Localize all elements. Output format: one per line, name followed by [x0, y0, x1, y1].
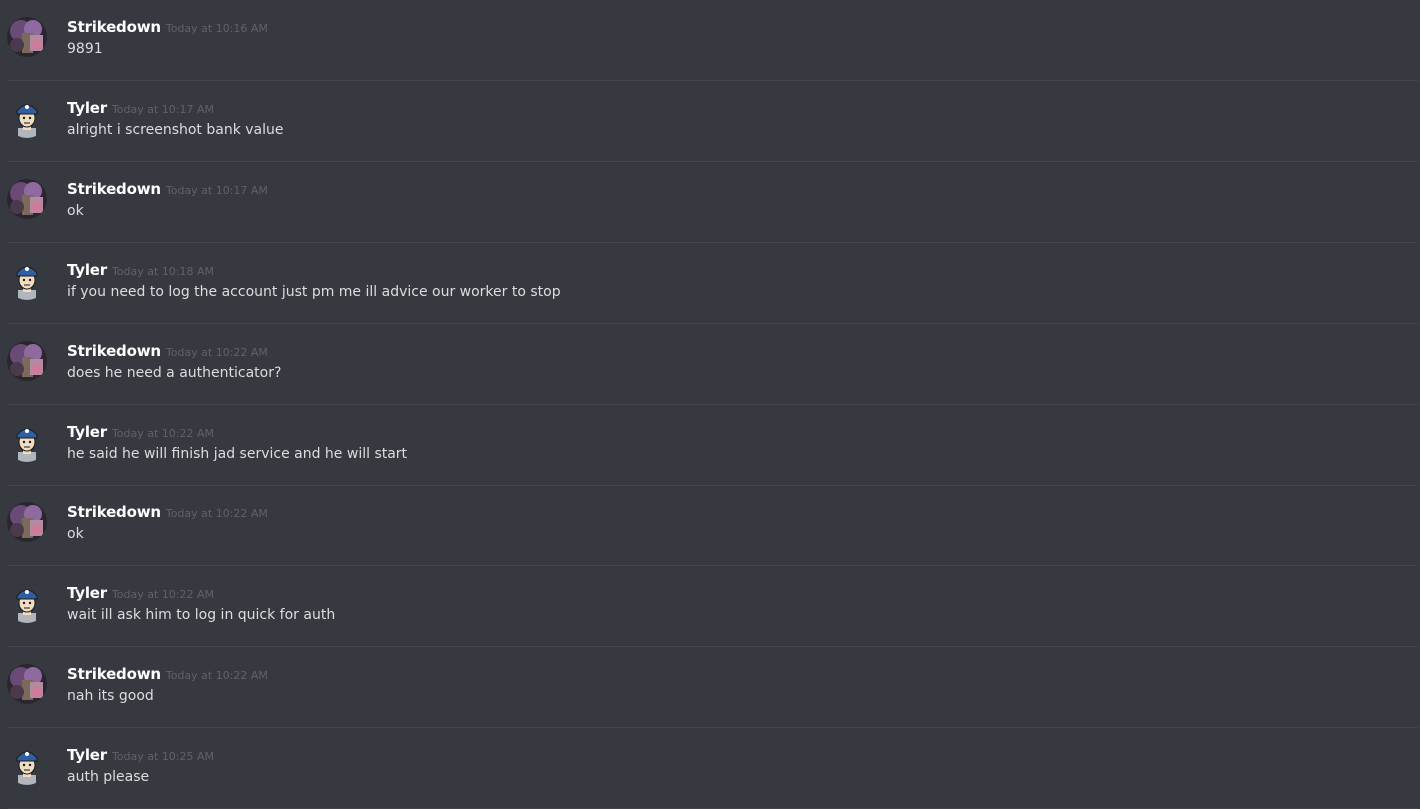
message: Strikedown Today at 10:22 AM does he need… [0, 324, 1420, 405]
tyler-avatar[interactable] [7, 745, 47, 785]
message-content: wait ill ask him to log in quick for aut… [67, 607, 336, 623]
message-content: auth please [67, 769, 150, 785]
timestamp: Today at 10:25 AM [111, 750, 215, 763]
author-name[interactable]: Tyler [67, 423, 107, 441]
tyler-avatar[interactable] [7, 583, 47, 623]
author-name[interactable]: Strikedown [67, 18, 161, 36]
message: Strikedown Today at 10:22 AM nah its good [0, 647, 1420, 728]
strikedown-avatar[interactable] [7, 664, 47, 704]
timestamp: Today at 10:17 AM [165, 184, 268, 197]
message: Strikedown Today at 10:16 AM 9891 [0, 0, 1420, 81]
tyler-avatar[interactable] [7, 422, 47, 462]
strikedown-avatar[interactable] [7, 179, 47, 219]
message-header: Strikedown Today at 10:22 AM [67, 341, 268, 361]
tyler-avatar[interactable] [7, 260, 47, 300]
message-content: alright i screenshot bank value [67, 122, 284, 138]
timestamp: Today at 10:22 AM [165, 669, 268, 682]
message-content: 9891 [67, 41, 103, 57]
message-list: Strikedown Today at 10:16 AM 9891 Tyler To… [0, 0, 1420, 809]
author-name[interactable]: Strikedown [67, 665, 161, 683]
timestamp: Today at 10:16 AM [165, 22, 268, 35]
message-header: Strikedown Today at 10:17 AM [67, 179, 268, 199]
message-content: he said he will finish jad service and h… [67, 446, 408, 462]
message: Strikedown Today at 10:22 AM ok [0, 485, 1420, 566]
message: Strikedown Today at 10:17 AM ok [0, 162, 1420, 243]
message-content: does he need a authenticator? [67, 365, 282, 381]
message: Tyler Today at 10:25 AM auth please [0, 728, 1420, 809]
message-content: ok [67, 203, 84, 219]
message: Tyler Today at 10:22 AM he said he will f… [0, 405, 1420, 486]
timestamp: Today at 10:18 AM [111, 265, 215, 278]
tyler-avatar[interactable] [7, 98, 47, 138]
strikedown-avatar[interactable] [7, 341, 47, 381]
timestamp: Today at 10:22 AM [165, 346, 268, 359]
message-header: Strikedown Today at 10:16 AM [67, 17, 268, 37]
message-header: Tyler Today at 10:17 AM [67, 98, 214, 118]
author-name[interactable]: Tyler [67, 746, 107, 764]
timestamp: Today at 10:22 AM [111, 588, 215, 601]
message-content: if you need to log the account just pm m… [67, 284, 561, 300]
message-header: Strikedown Today at 10:22 AM [67, 502, 268, 522]
author-name[interactable]: Tyler [67, 99, 107, 117]
author-name[interactable]: Tyler [67, 584, 107, 602]
author-name[interactable]: Strikedown [67, 503, 161, 521]
message: Tyler Today at 10:17 AM alright i screens… [0, 81, 1420, 162]
message: Tyler Today at 10:22 AM wait ill ask him … [0, 566, 1420, 647]
message-header: Strikedown Today at 10:22 AM [67, 664, 268, 684]
message-content: ok [67, 526, 84, 542]
message-content: nah its good [67, 688, 154, 704]
timestamp: Today at 10:22 AM [111, 427, 215, 440]
strikedown-avatar[interactable] [7, 502, 47, 542]
strikedown-avatar[interactable] [7, 17, 47, 57]
message-header: Tyler Today at 10:22 AM [67, 422, 214, 442]
message: Tyler Today at 10:18 AM if you need to lo… [0, 243, 1420, 324]
timestamp: Today at 10:22 AM [165, 507, 268, 520]
message-header: Tyler Today at 10:22 AM [67, 583, 214, 603]
timestamp: Today at 10:17 AM [111, 103, 215, 116]
message-header: Tyler Today at 10:18 AM [67, 260, 214, 280]
author-name[interactable]: Strikedown [67, 342, 161, 360]
author-name[interactable]: Strikedown [67, 180, 161, 198]
author-name[interactable]: Tyler [67, 261, 107, 279]
message-header: Tyler Today at 10:25 AM [67, 745, 214, 765]
